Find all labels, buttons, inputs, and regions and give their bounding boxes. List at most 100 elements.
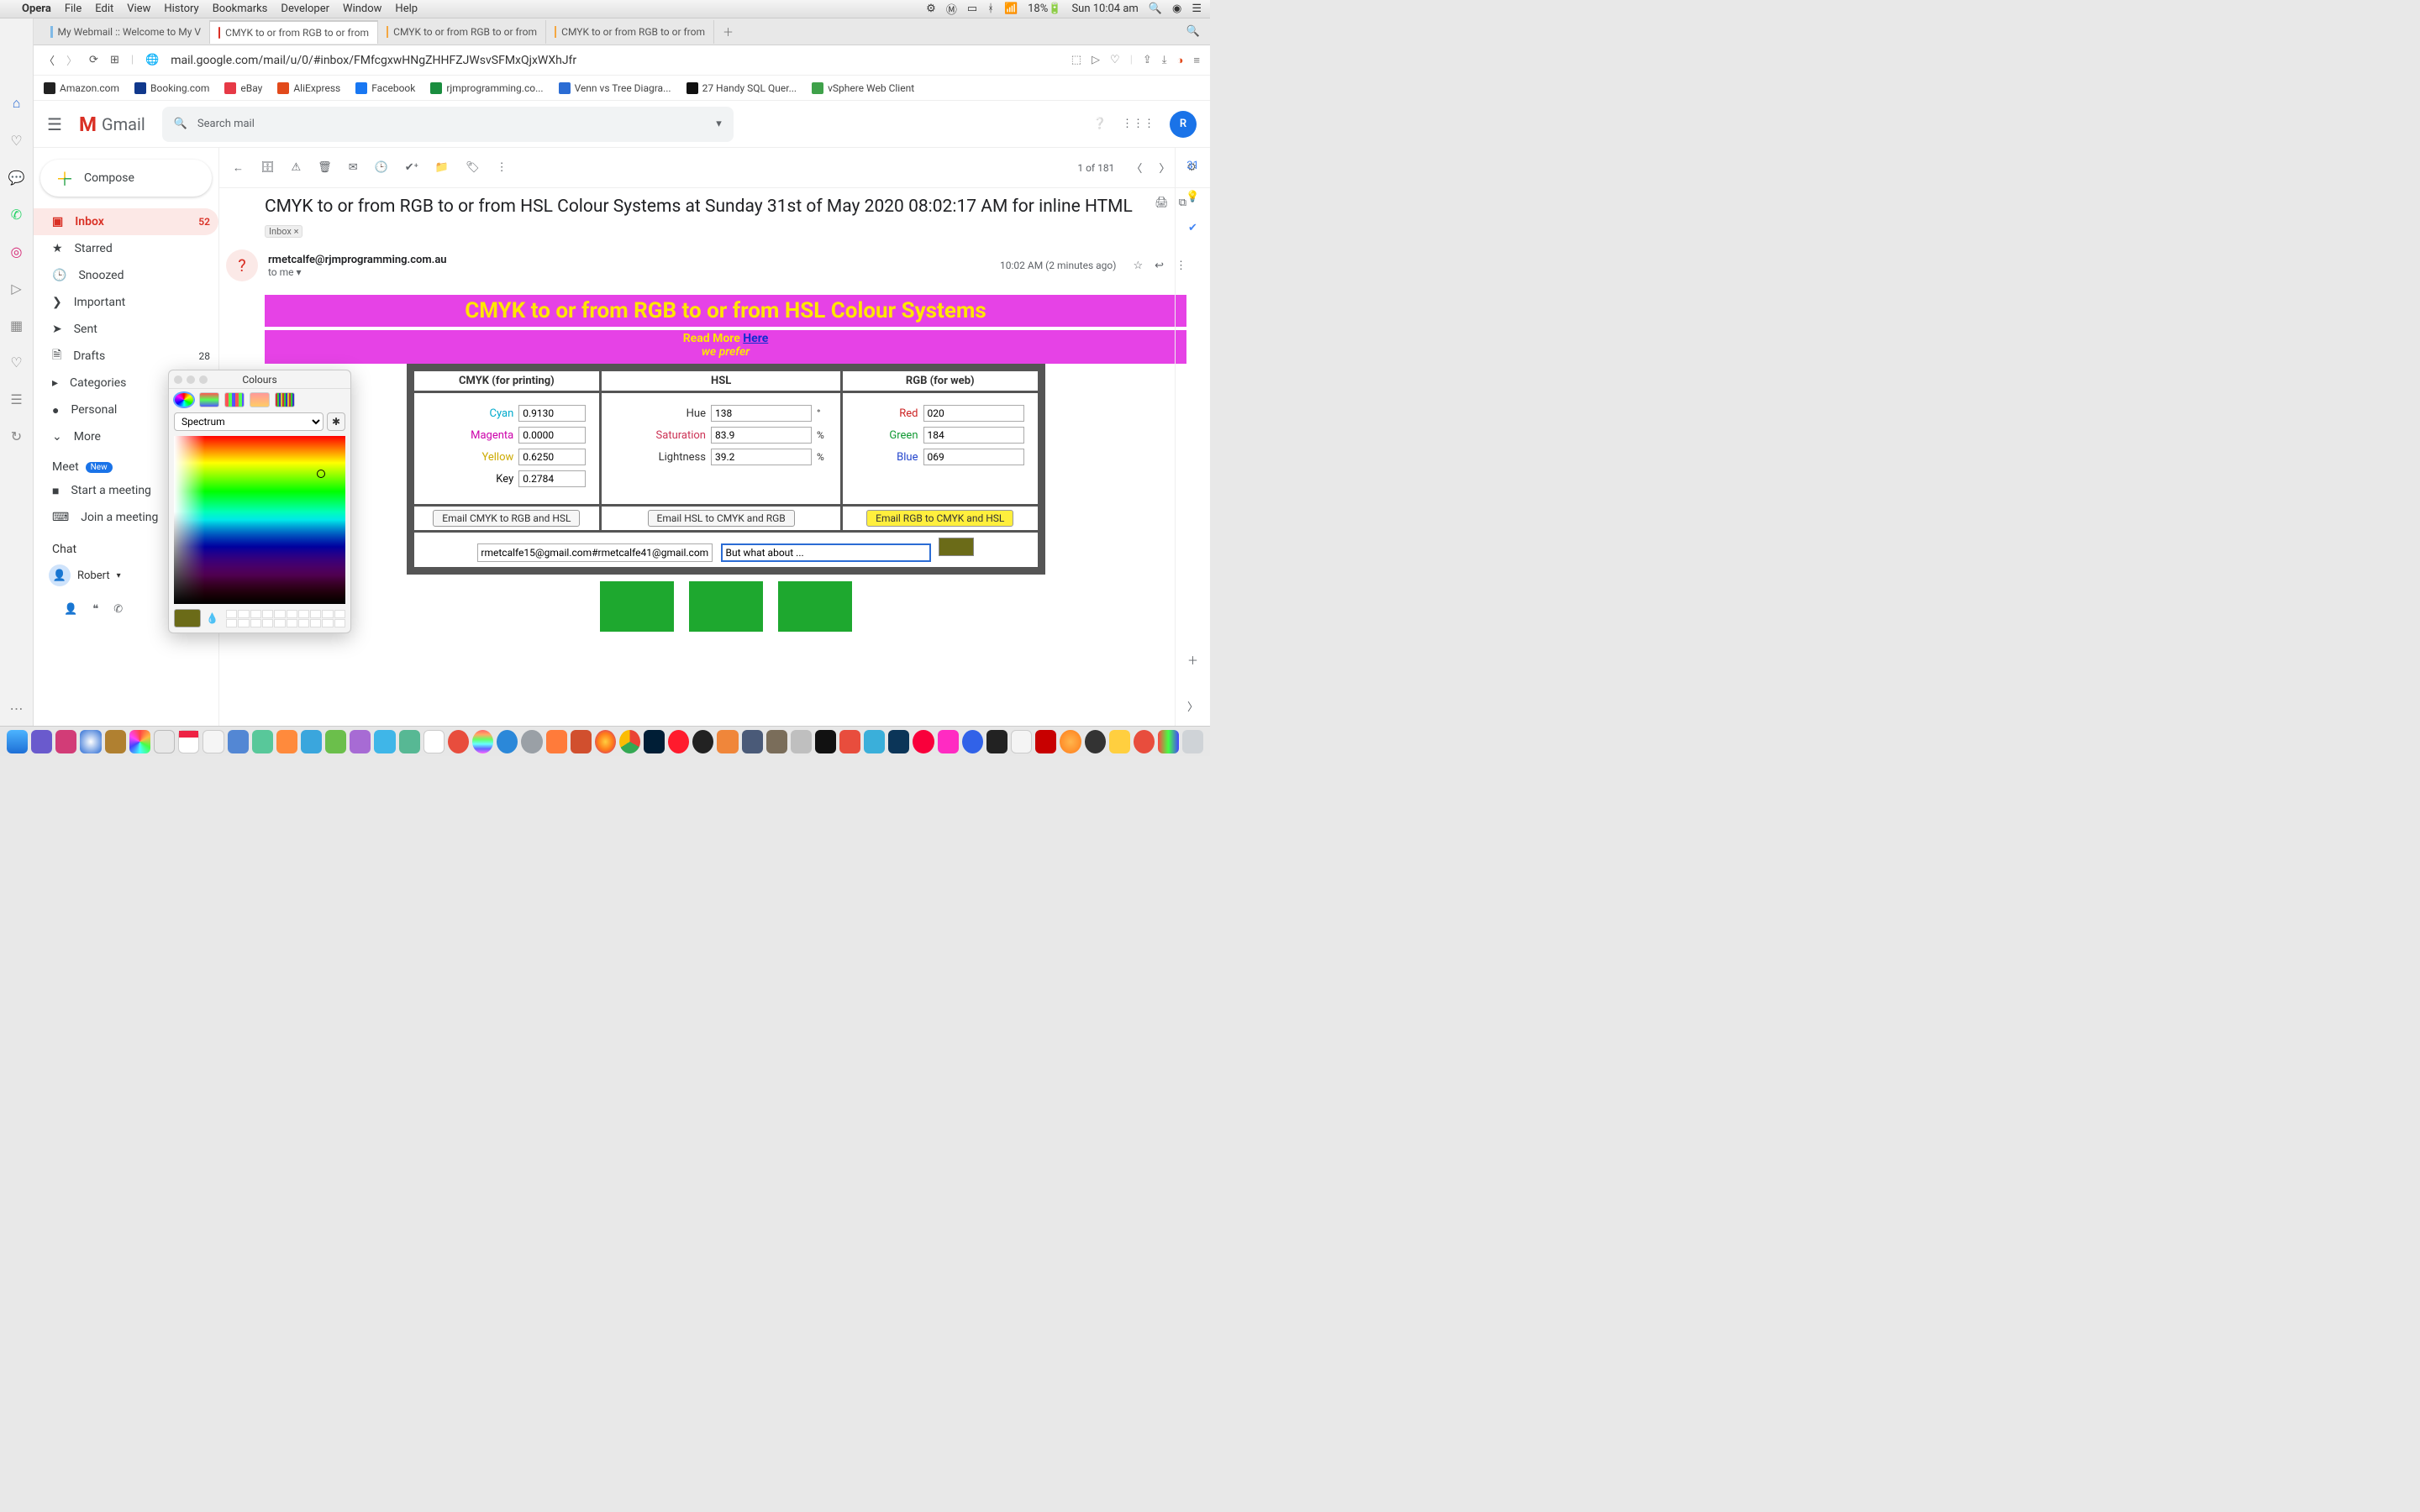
status-icon[interactable]: ⚙︎ [926, 3, 936, 15]
forward-button[interactable]: 〉 [66, 52, 77, 68]
dock-app[interactable] [913, 730, 934, 753]
dock-calendar[interactable] [178, 730, 199, 753]
bluetooth-icon[interactable]: ᚼ [987, 3, 994, 15]
image-mode[interactable] [250, 392, 270, 407]
instagram-icon[interactable]: ◎ [8, 242, 26, 260]
colour-cursor[interactable] [317, 470, 325, 478]
dock-app[interactable] [105, 730, 126, 753]
pencils-mode[interactable] [275, 392, 295, 407]
heart-icon[interactable]: ♡ [1110, 54, 1120, 67]
dock-app[interactable] [571, 730, 592, 753]
recipient[interactable]: to me ▾ [268, 266, 990, 278]
dock-app[interactable] [986, 730, 1007, 753]
next-message[interactable]: 〉 [1159, 160, 1170, 176]
dock-app[interactable] [448, 730, 469, 753]
history-icon[interactable]: ↻ [8, 427, 26, 445]
screen-mirror-icon[interactable]: ▭ [967, 3, 977, 15]
bm-aliexpress[interactable]: AliExpress [277, 82, 340, 94]
site-info-icon[interactable]: 🌐 [145, 54, 159, 66]
dock-app[interactable] [228, 730, 249, 753]
dock-app[interactable] [521, 730, 542, 753]
btn-email-hsl[interactable]: Email HSL to CMYK and RGB [648, 510, 795, 527]
search-options-icon[interactable]: ▾ [716, 118, 722, 130]
colours-panel[interactable]: Colours Spectrum ✱ 💧 [168, 370, 351, 633]
dock-app[interactable] [154, 730, 175, 753]
blue-input[interactable] [923, 449, 1024, 465]
url-field[interactable]: mail.google.com/mail/u/0/#inbox/FMfcgxwH… [171, 54, 1060, 67]
dock-app[interactable] [301, 730, 322, 753]
tab-search-icon[interactable]: 🔍 [1186, 25, 1210, 38]
menu-edit[interactable]: Edit [95, 3, 113, 15]
menu-developer[interactable]: Developer [281, 3, 329, 15]
yellow-input[interactable] [518, 449, 586, 465]
eyedropper-icon[interactable]: 💧 [206, 612, 221, 624]
keep-addon-icon[interactable]: 💡 [1186, 191, 1199, 203]
menu-window[interactable]: Window [343, 3, 381, 15]
colour-wheel-mode[interactable] [174, 392, 194, 407]
dock-app[interactable] [864, 730, 885, 753]
control-center-icon[interactable]: ☰ [1192, 3, 1202, 15]
dock-app[interactable] [1060, 730, 1081, 753]
menu-file[interactable]: File [65, 3, 82, 15]
nav-important[interactable]: ❯Important [34, 289, 218, 316]
dock-app[interactable] [252, 730, 273, 753]
bookmark-heart-icon[interactable]: ♡ [8, 131, 26, 150]
tab-cmyk-3[interactable]: CMYK to or from RGB to or from [546, 20, 714, 44]
sender-address[interactable]: rmetcalfe@rjmprogramming.com.au [268, 254, 990, 266]
hue-input[interactable] [711, 405, 812, 422]
lightness-input[interactable] [711, 449, 812, 465]
bm-facebook[interactable]: Facebook [355, 82, 415, 94]
hangouts-icon[interactable]: ❝ [92, 603, 98, 616]
person-icon[interactable]: 👤 [64, 603, 77, 616]
download-icon[interactable]: ⤓ [1162, 54, 1167, 67]
prev-message[interactable]: 〈 [1131, 160, 1142, 176]
more-icon[interactable]: ⋯ [8, 699, 26, 717]
move-icon[interactable]: 📁 [435, 161, 449, 174]
dock-app[interactable] [31, 730, 52, 753]
back-button[interactable]: 〈 [44, 52, 55, 68]
saturation-input[interactable] [711, 427, 812, 444]
tab-gmail[interactable]: CMYK to or from RGB to or from [210, 20, 378, 44]
dock-ps[interactable] [644, 730, 665, 753]
news-icon[interactable]: ☰ [8, 390, 26, 408]
btn-email-cmyk[interactable]: Email CMYK to RGB and HSL [433, 510, 580, 527]
dock-app[interactable] [203, 730, 224, 753]
speed-dial-icon[interactable]: ⊞ [110, 54, 119, 66]
key-input[interactable] [518, 470, 586, 487]
dock-chrome[interactable] [619, 730, 640, 753]
dock-app[interactable] [888, 730, 909, 753]
bm-rjm[interactable]: rjmprogramming.co... [430, 82, 543, 94]
reload-button[interactable]: ⟳ [89, 54, 98, 66]
tasks-addon-icon[interactable]: ✔ [1188, 222, 1197, 234]
read-more-link[interactable]: Here [743, 332, 768, 345]
dock-safari[interactable] [80, 730, 101, 753]
btn-email-rgb[interactable]: Email RGB to CMYK and HSL [866, 510, 1013, 527]
red-input[interactable] [923, 405, 1024, 422]
palettes-mode[interactable] [224, 392, 245, 407]
play-icon[interactable]: ▷ [1092, 54, 1100, 67]
dock-app[interactable] [399, 730, 420, 753]
bm-ebay[interactable]: eBay [224, 82, 262, 94]
menu-bookmarks[interactable]: Bookmarks [213, 3, 268, 15]
new-tab-button[interactable]: ＋ [714, 24, 742, 39]
dock-app[interactable] [472, 730, 493, 753]
print-icon[interactable]: 🖨 [1155, 197, 1169, 209]
bm-sql[interactable]: 27 Handy SQL Quer... [687, 82, 797, 94]
magenta-input[interactable] [518, 427, 586, 444]
star-message[interactable]: ☆ [1133, 260, 1143, 272]
dock-appstore[interactable] [497, 730, 518, 753]
dock-firefox[interactable] [595, 730, 616, 753]
back-to-inbox[interactable]: ← [233, 161, 244, 175]
nav-snoozed[interactable]: 🕒Snoozed [34, 262, 218, 289]
dock-app[interactable] [839, 730, 860, 753]
calendar-addon-icon[interactable]: 31 [1186, 160, 1199, 172]
dock-app[interactable] [1085, 730, 1106, 753]
dock-app[interactable] [55, 730, 76, 753]
green-input[interactable] [923, 427, 1024, 444]
swatch-grid[interactable] [226, 610, 345, 627]
support-icon[interactable]: ❔ [1093, 118, 1107, 130]
bm-venn[interactable]: Venn vs Tree Diagra... [559, 82, 671, 94]
clock[interactable]: Sun 10:04 am [1071, 3, 1138, 15]
nav-starred[interactable]: ★Starred [34, 235, 218, 262]
dock-app[interactable] [815, 730, 836, 753]
